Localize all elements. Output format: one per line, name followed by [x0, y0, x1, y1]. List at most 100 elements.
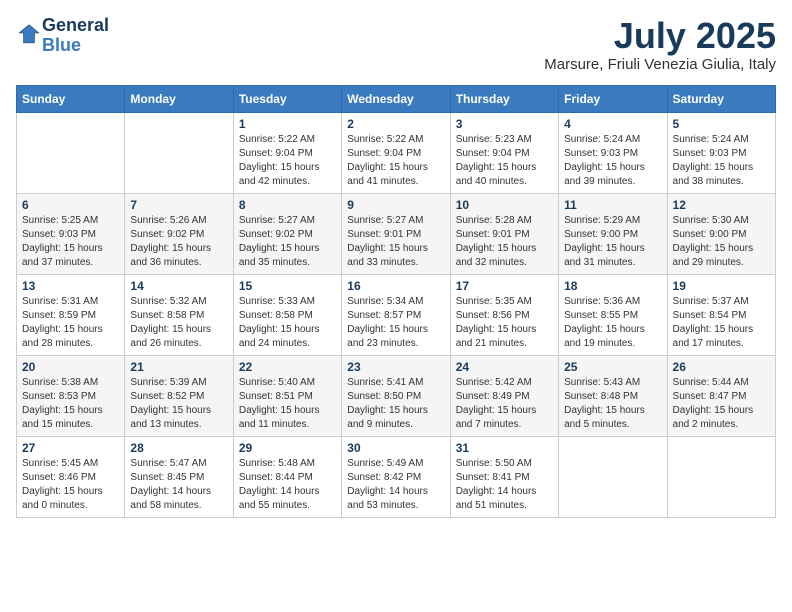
day-info: Sunrise: 5:36 AMSunset: 8:55 PMDaylight:…: [564, 295, 661, 351]
weekday-header: Wednesday: [342, 85, 450, 112]
calendar-header-row: SundayMondayTuesdayWednesdayThursdayFrid…: [17, 85, 776, 112]
day-number: 17: [456, 279, 553, 293]
day-info: Sunrise: 5:23 AMSunset: 9:04 PMDaylight:…: [456, 133, 553, 189]
day-number: 6: [22, 198, 119, 212]
day-info: Sunrise: 5:44 AMSunset: 8:47 PMDaylight:…: [673, 376, 770, 432]
calendar-cell: 20Sunrise: 5:38 AMSunset: 8:53 PMDayligh…: [17, 355, 125, 436]
calendar-week-row: 1 Sunrise: 5:22 AMSunset: 9:04 PMDaylight…: [17, 112, 776, 193]
day-info: Sunrise: 5:49 AMSunset: 8:42 PMDaylight:…: [347, 457, 444, 513]
calendar-cell: 25 Sunrise: 5:43 AMSunset: 8:48 PMDayligh…: [559, 355, 667, 436]
day-info: Sunrise: 5:50 AMSunset: 8:41 PMDaylight:…: [456, 457, 553, 513]
logo-icon: [18, 22, 40, 44]
day-info: Sunrise: 5:25 AMSunset: 9:03 PMDaylight:…: [22, 214, 119, 270]
month-title: July 2025: [544, 16, 776, 56]
calendar-cell: 7Sunrise: 5:26 AMSunset: 9:02 PMDaylight…: [125, 193, 233, 274]
day-info: Sunrise: 5:40 AMSunset: 8:51 PMDaylight:…: [239, 376, 336, 432]
day-number: 14: [130, 279, 227, 293]
title-block: July 2025 Marsure, Friuli Venezia Giulia…: [544, 16, 776, 73]
day-info: Sunrise: 5:41 AMSunset: 8:50 PMDaylight:…: [347, 376, 444, 432]
calendar-week-row: 27 Sunrise: 5:45 AMSunset: 8:46 PMDayligh…: [17, 436, 776, 517]
day-number: 11: [564, 198, 661, 212]
calendar-cell: 24 Sunrise: 5:42 AMSunset: 8:49 PMDayligh…: [450, 355, 558, 436]
day-number: 25: [564, 360, 661, 374]
day-number: 1: [239, 117, 336, 131]
weekday-header: Monday: [125, 85, 233, 112]
calendar-cell: 26 Sunrise: 5:44 AMSunset: 8:47 PMDayligh…: [667, 355, 775, 436]
calendar-cell: 14 Sunrise: 5:32 AMSunset: 8:58 PMDayligh…: [125, 274, 233, 355]
calendar-cell: 29 Sunrise: 5:48 AMSunset: 8:44 PMDayligh…: [233, 436, 341, 517]
day-number: 26: [673, 360, 770, 374]
calendar-cell: 18 Sunrise: 5:36 AMSunset: 8:55 PMDayligh…: [559, 274, 667, 355]
day-number: 2: [347, 117, 444, 131]
calendar-cell: 19Sunrise: 5:37 AMSunset: 8:54 PMDayligh…: [667, 274, 775, 355]
day-info: Sunrise: 5:24 AMSunset: 9:03 PMDaylight:…: [673, 133, 770, 189]
day-number: 7: [130, 198, 227, 212]
day-info: Sunrise: 5:22 AMSunset: 9:04 PMDaylight:…: [347, 133, 444, 189]
calendar-cell: 21Sunrise: 5:39 AMSunset: 8:52 PMDayligh…: [125, 355, 233, 436]
weekday-header: Tuesday: [233, 85, 341, 112]
weekday-header: Sunday: [17, 85, 125, 112]
day-number: 22: [239, 360, 336, 374]
calendar-cell: 1 Sunrise: 5:22 AMSunset: 9:04 PMDaylight…: [233, 112, 341, 193]
day-number: 13: [22, 279, 119, 293]
day-info: Sunrise: 5:39 AMSunset: 8:52 PMDaylight:…: [130, 376, 227, 432]
day-info: Sunrise: 5:28 AMSunset: 9:01 PMDaylight:…: [456, 214, 553, 270]
calendar-cell: 9 Sunrise: 5:27 AMSunset: 9:01 PMDaylight…: [342, 193, 450, 274]
calendar-cell: 31 Sunrise: 5:50 AMSunset: 8:41 PMDayligh…: [450, 436, 558, 517]
day-number: 8: [239, 198, 336, 212]
calendar-cell: 11Sunrise: 5:29 AMSunset: 9:00 PMDayligh…: [559, 193, 667, 274]
day-number: 16: [347, 279, 444, 293]
day-info: Sunrise: 5:45 AMSunset: 8:46 PMDaylight:…: [22, 457, 119, 513]
day-number: 4: [564, 117, 661, 131]
calendar-cell: [17, 112, 125, 193]
weekday-header: Friday: [559, 85, 667, 112]
weekday-header: Saturday: [667, 85, 775, 112]
day-number: 15: [239, 279, 336, 293]
calendar-cell: [125, 112, 233, 193]
day-number: 28: [130, 441, 227, 455]
day-info: Sunrise: 5:27 AMSunset: 9:01 PMDaylight:…: [347, 214, 444, 270]
calendar-cell: 30Sunrise: 5:49 AMSunset: 8:42 PMDayligh…: [342, 436, 450, 517]
calendar-table: SundayMondayTuesdayWednesdayThursdayFrid…: [16, 85, 776, 518]
day-info: Sunrise: 5:22 AMSunset: 9:04 PMDaylight:…: [239, 133, 336, 189]
calendar-cell: 6 Sunrise: 5:25 AMSunset: 9:03 PMDaylight…: [17, 193, 125, 274]
day-info: Sunrise: 5:35 AMSunset: 8:56 PMDaylight:…: [456, 295, 553, 351]
page-header: General Blue July 2025 Marsure, Friuli V…: [16, 16, 776, 73]
day-number: 31: [456, 441, 553, 455]
day-number: 23: [347, 360, 444, 374]
logo: General Blue: [16, 16, 109, 56]
calendar-cell: 23 Sunrise: 5:41 AMSunset: 8:50 PMDayligh…: [342, 355, 450, 436]
day-number: 27: [22, 441, 119, 455]
day-info: Sunrise: 5:27 AMSunset: 9:02 PMDaylight:…: [239, 214, 336, 270]
day-info: Sunrise: 5:37 AMSunset: 8:54 PMDaylight:…: [673, 295, 770, 351]
calendar-cell: 2 Sunrise: 5:22 AMSunset: 9:04 PMDaylight…: [342, 112, 450, 193]
day-number: 10: [456, 198, 553, 212]
calendar-cell: 27 Sunrise: 5:45 AMSunset: 8:46 PMDayligh…: [17, 436, 125, 517]
day-info: Sunrise: 5:43 AMSunset: 8:48 PMDaylight:…: [564, 376, 661, 432]
day-number: 3: [456, 117, 553, 131]
day-info: Sunrise: 5:30 AMSunset: 9:00 PMDaylight:…: [673, 214, 770, 270]
calendar-cell: 15Sunrise: 5:33 AMSunset: 8:58 PMDayligh…: [233, 274, 341, 355]
day-info: Sunrise: 5:42 AMSunset: 8:49 PMDaylight:…: [456, 376, 553, 432]
weekday-header: Thursday: [450, 85, 558, 112]
day-info: Sunrise: 5:24 AMSunset: 9:03 PMDaylight:…: [564, 133, 661, 189]
day-info: Sunrise: 5:38 AMSunset: 8:53 PMDaylight:…: [22, 376, 119, 432]
calendar-week-row: 20Sunrise: 5:38 AMSunset: 8:53 PMDayligh…: [17, 355, 776, 436]
location-title: Marsure, Friuli Venezia Giulia, Italy: [544, 56, 776, 73]
calendar-cell: 28Sunrise: 5:47 AMSunset: 8:45 PMDayligh…: [125, 436, 233, 517]
day-number: 18: [564, 279, 661, 293]
day-info: Sunrise: 5:31 AMSunset: 8:59 PMDaylight:…: [22, 295, 119, 351]
day-number: 29: [239, 441, 336, 455]
day-number: 24: [456, 360, 553, 374]
calendar-cell: [559, 436, 667, 517]
calendar-cell: 8 Sunrise: 5:27 AMSunset: 9:02 PMDaylight…: [233, 193, 341, 274]
calendar-cell: 3 Sunrise: 5:23 AMSunset: 9:04 PMDaylight…: [450, 112, 558, 193]
day-number: 9: [347, 198, 444, 212]
day-info: Sunrise: 5:32 AMSunset: 8:58 PMDaylight:…: [130, 295, 227, 351]
day-info: Sunrise: 5:48 AMSunset: 8:44 PMDaylight:…: [239, 457, 336, 513]
day-info: Sunrise: 5:34 AMSunset: 8:57 PMDaylight:…: [347, 295, 444, 351]
calendar-cell: 13 Sunrise: 5:31 AMSunset: 8:59 PMDayligh…: [17, 274, 125, 355]
day-number: 5: [673, 117, 770, 131]
calendar-cell: [667, 436, 775, 517]
calendar-cell: 16 Sunrise: 5:34 AMSunset: 8:57 PMDayligh…: [342, 274, 450, 355]
